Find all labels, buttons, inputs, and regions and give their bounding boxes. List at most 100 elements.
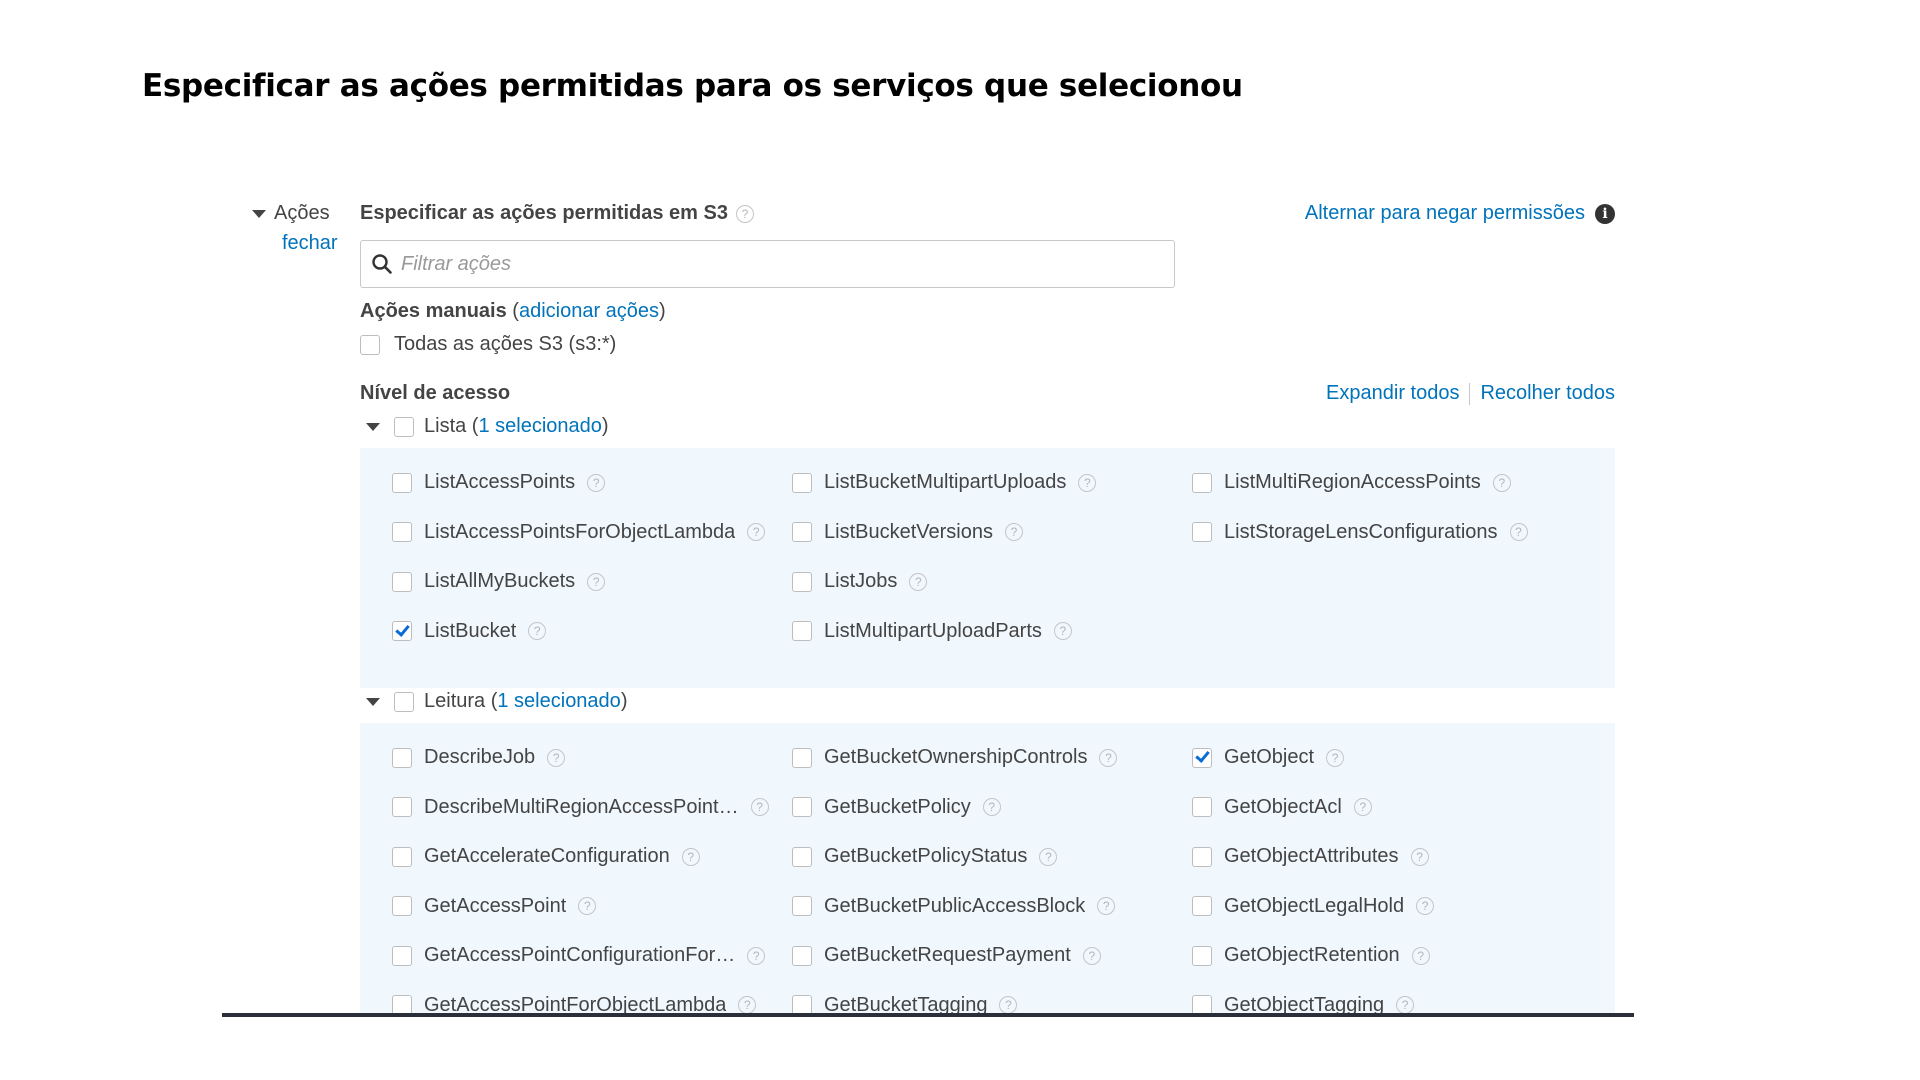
help-icon[interactable]: ? bbox=[1492, 473, 1511, 492]
action-checkbox[interactable] bbox=[1192, 896, 1212, 916]
help-icon[interactable]: ? bbox=[1326, 748, 1345, 767]
action-checkbox[interactable] bbox=[1192, 472, 1212, 493]
help-icon[interactable]: ? bbox=[587, 473, 606, 492]
filter-actions-field[interactable] bbox=[360, 240, 1175, 288]
help-icon[interactable]: ? bbox=[982, 798, 1001, 816]
help-icon[interactable]: ? bbox=[999, 996, 1018, 1014]
action-checkbox[interactable] bbox=[792, 472, 812, 493]
action-item[interactable]: GetAccessPoint? bbox=[392, 895, 597, 918]
action-checkbox[interactable] bbox=[392, 945, 412, 966]
help-icon[interactable]: ? bbox=[528, 622, 547, 640]
action-item[interactable]: GetObjectTagging? bbox=[1192, 994, 1415, 1015]
help-icon[interactable]: ? bbox=[1410, 847, 1429, 866]
action-checkbox[interactable] bbox=[392, 621, 412, 641]
caret-down-icon[interactable] bbox=[366, 697, 380, 706]
action-checkbox[interactable] bbox=[792, 747, 812, 768]
action-checkbox[interactable] bbox=[392, 995, 412, 1015]
action-checkbox[interactable] bbox=[392, 797, 412, 817]
action-checkbox[interactable] bbox=[792, 571, 812, 592]
all-actions-checkbox[interactable] bbox=[360, 334, 380, 355]
action-item[interactable]: GetBucketPolicy? bbox=[792, 796, 1001, 819]
help-icon[interactable]: ? bbox=[578, 897, 597, 915]
help-icon[interactable]: ? bbox=[681, 847, 700, 866]
action-checkbox[interactable] bbox=[392, 571, 412, 592]
group-selected-count[interactable]: 1 selecionado bbox=[478, 415, 601, 437]
all-actions-row[interactable]: Todas as ações S3 (s3:*) bbox=[360, 333, 616, 356]
action-checkbox[interactable] bbox=[392, 846, 412, 867]
help-icon[interactable]: ? bbox=[1039, 847, 1058, 866]
info-icon[interactable]: i bbox=[1595, 203, 1615, 224]
action-item[interactable]: ListMultipartUploadParts? bbox=[792, 620, 1072, 643]
help-icon[interactable]: ? bbox=[1416, 897, 1435, 915]
action-item[interactable]: ListAccessPointsForObjectLambda? bbox=[392, 521, 766, 544]
action-item[interactable]: ListAllMyBuckets? bbox=[392, 570, 606, 593]
action-item[interactable]: ListBucketVersions? bbox=[792, 521, 1023, 544]
action-checkbox[interactable] bbox=[792, 846, 812, 867]
action-item[interactable]: GetObjectRetention? bbox=[1192, 944, 1430, 967]
actions-collapse-toggle[interactable]: Ações bbox=[252, 202, 330, 225]
help-icon[interactable]: ? bbox=[547, 748, 566, 767]
filter-actions-input[interactable] bbox=[401, 252, 1141, 276]
action-item[interactable]: GetAccelerateConfiguration? bbox=[392, 845, 700, 868]
action-checkbox[interactable] bbox=[1192, 846, 1212, 867]
caret-down-icon[interactable] bbox=[366, 422, 380, 431]
help-icon[interactable]: ? bbox=[750, 798, 769, 816]
action-checkbox[interactable] bbox=[392, 472, 412, 493]
action-checkbox[interactable] bbox=[1192, 797, 1212, 817]
action-item[interactable]: GetBucketPolicyStatus? bbox=[792, 845, 1058, 868]
action-checkbox[interactable] bbox=[792, 945, 812, 966]
action-checkbox[interactable] bbox=[1192, 945, 1212, 966]
action-checkbox[interactable] bbox=[392, 522, 412, 542]
action-checkbox[interactable] bbox=[792, 621, 812, 641]
collapse-all-link[interactable]: Recolher todos bbox=[1480, 382, 1615, 405]
action-item[interactable]: GetAccessPointForObjectLambda? bbox=[392, 994, 757, 1015]
action-item[interactable]: GetObjectLegalHold? bbox=[1192, 895, 1435, 918]
add-actions-link[interactable]: adicionar ações bbox=[519, 300, 659, 322]
action-item[interactable]: ListStorageLensConfigurations? bbox=[1192, 521, 1528, 544]
action-item[interactable]: GetObject? bbox=[1192, 746, 1345, 769]
action-item[interactable]: GetBucketOwnershipControls? bbox=[792, 746, 1118, 769]
help-icon[interactable]: ? bbox=[587, 572, 606, 591]
help-icon[interactable]: ? bbox=[1509, 523, 1528, 541]
action-item[interactable]: GetObjectAttributes? bbox=[1192, 845, 1429, 868]
action-checkbox[interactable] bbox=[1192, 747, 1212, 768]
group-selected-count[interactable]: 1 selecionado bbox=[497, 690, 620, 712]
help-icon[interactable]: ? bbox=[1099, 748, 1118, 767]
help-icon[interactable]: ? bbox=[1396, 996, 1415, 1014]
help-icon[interactable]: ? bbox=[1411, 946, 1430, 965]
help-icon[interactable]: ? bbox=[1004, 523, 1023, 541]
group-header-leitura[interactable]: Leitura (1 selecionado) bbox=[366, 690, 627, 713]
help-icon[interactable]: ? bbox=[747, 946, 766, 965]
action-item[interactable]: DescribeJob? bbox=[392, 746, 566, 769]
help-icon[interactable]: ? bbox=[747, 523, 766, 541]
action-checkbox[interactable] bbox=[792, 995, 812, 1015]
group-header-lista[interactable]: Lista (1 selecionado) bbox=[366, 415, 609, 438]
action-item[interactable]: GetBucketPublicAccessBlock? bbox=[792, 895, 1116, 918]
help-icon[interactable]: ? bbox=[1082, 946, 1101, 965]
action-item[interactable]: ListJobs? bbox=[792, 570, 928, 593]
group-checkbox[interactable] bbox=[394, 416, 414, 437]
action-item[interactable]: ListBucket? bbox=[392, 620, 547, 643]
action-checkbox[interactable] bbox=[392, 747, 412, 768]
action-checkbox[interactable] bbox=[792, 522, 812, 542]
close-link[interactable]: fechar bbox=[282, 232, 338, 255]
action-item[interactable]: GetAccessPointConfigurationFor…? bbox=[392, 944, 766, 967]
action-item[interactable]: GetBucketRequestPayment? bbox=[792, 944, 1101, 967]
action-checkbox[interactable] bbox=[1192, 522, 1212, 542]
group-checkbox[interactable] bbox=[394, 691, 414, 712]
action-checkbox[interactable] bbox=[792, 797, 812, 817]
deny-permissions-link[interactable]: Alternar para negar permissões i bbox=[1305, 202, 1615, 225]
action-item[interactable]: GetBucketTagging? bbox=[792, 994, 1018, 1015]
help-icon[interactable]: ? bbox=[738, 996, 757, 1014]
help-icon[interactable]: ? bbox=[1353, 798, 1372, 816]
help-icon[interactable]: ? bbox=[909, 572, 928, 591]
help-icon[interactable]: ? bbox=[735, 204, 754, 223]
action-checkbox[interactable] bbox=[392, 896, 412, 916]
help-icon[interactable]: ? bbox=[1053, 622, 1072, 640]
action-item[interactable]: ListMultiRegionAccessPoints? bbox=[1192, 471, 1511, 494]
expand-all-link[interactable]: Expandir todos bbox=[1326, 382, 1459, 405]
action-checkbox[interactable] bbox=[1192, 995, 1212, 1015]
help-icon[interactable]: ? bbox=[1097, 897, 1116, 915]
action-item[interactable]: ListBucketMultipartUploads? bbox=[792, 471, 1097, 494]
action-item[interactable]: DescribeMultiRegionAccessPoint…? bbox=[392, 796, 769, 819]
